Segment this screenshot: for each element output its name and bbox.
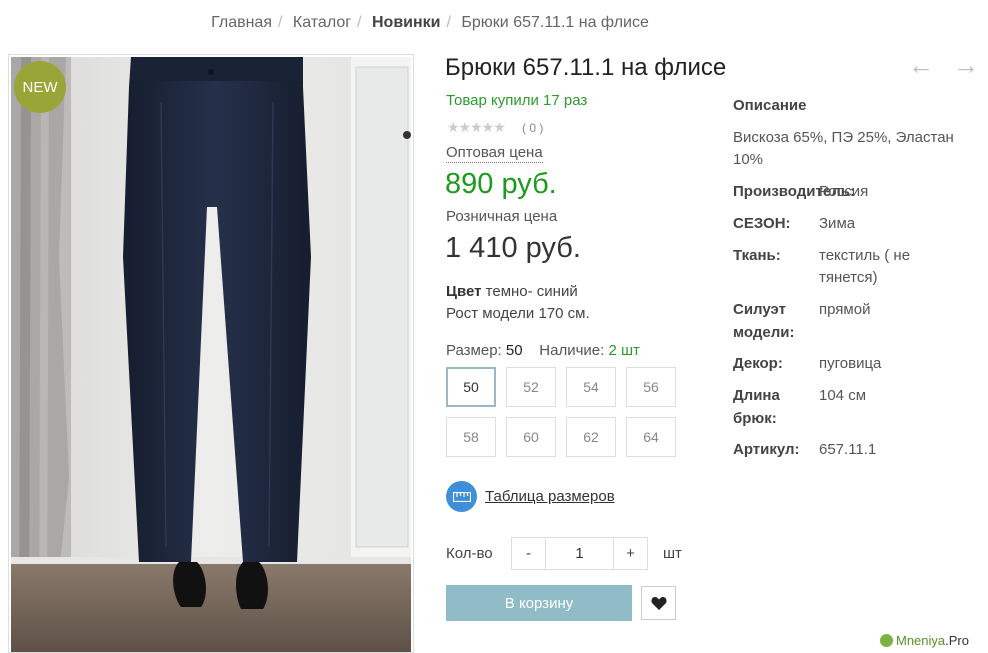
bought-count: Товар купили 17 раз [446, 92, 588, 109]
spec-key: Длина брюк: [733, 387, 780, 427]
size-option[interactable]: 56 [626, 367, 676, 407]
spec-value: Зима [819, 215, 856, 232]
breadcrumb-catalog[interactable]: Каталог [293, 14, 351, 31]
size-option[interactable]: 60 [506, 417, 556, 457]
heart-icon [650, 596, 667, 610]
prev-product-arrow-icon[interactable]: ← [908, 50, 934, 81]
watermark-name: Mneniya [896, 633, 946, 648]
spec-key: Декор: [733, 355, 783, 372]
quantity-input[interactable] [546, 538, 613, 569]
spec-value: 104 см [819, 387, 867, 404]
new-badge: NEW [14, 61, 66, 113]
wholesale-price: 890 руб. [445, 168, 557, 200]
spec-key: Силуэт модели: [733, 301, 795, 341]
model-height: Рост модели 170 см. [446, 305, 590, 322]
product-photo-frame[interactable]: NEW [8, 54, 414, 653]
size-option[interactable]: 54 [566, 367, 616, 407]
favorite-button[interactable] [641, 586, 676, 620]
size-option[interactable]: 52 [506, 367, 556, 407]
watermark-logo: Mneniya .Pro [880, 633, 969, 648]
rating-count: ( 0 ) [522, 121, 544, 135]
breadcrumb-section[interactable]: Новинки [372, 14, 441, 31]
quantity-unit: шт [663, 545, 682, 562]
breadcrumb: Главная / Каталог / Новинки / Брюки 657.11.… [0, 14, 860, 32]
size-stock-line: Размер: 50 Наличие: 2 шт [446, 342, 640, 359]
spec-value: текстиль ( не тянется) [819, 247, 911, 286]
retail-price: 1 410 руб. [445, 232, 581, 264]
spec-key: СЕЗОН: [733, 215, 791, 232]
size-option[interactable]: 58 [446, 417, 496, 457]
spec-value: 657.11.1 [819, 441, 877, 458]
description-title: Описание [733, 97, 807, 114]
size-table-link[interactable]: Таблица размеров [446, 481, 615, 512]
size-table-label[interactable]: Таблица размеров [485, 488, 615, 505]
size-option[interactable]: 64 [626, 417, 676, 457]
quantity-label: Кол-во [446, 545, 493, 562]
retail-price-label: Розничная цена [446, 208, 558, 225]
product-title: Брюки 657.11.1 на флисе [445, 54, 727, 81]
color-value: темно- синий [485, 283, 578, 300]
quantity-stepper: - + [511, 537, 648, 570]
spec-key: Производитель: [733, 183, 855, 200]
color-label: Цвет [446, 283, 482, 300]
breadcrumb-separator: / [278, 14, 283, 31]
watermark-icon [880, 634, 893, 647]
description-text: Вискоза 65%, ПЭ 25%, Эластан 10% [733, 129, 954, 168]
rating-stars[interactable]: ★★★★★ [447, 119, 506, 136]
spec-key: Артикул: [733, 441, 800, 458]
breadcrumb-current: Брюки 657.11.1 на флисе [461, 14, 649, 31]
quantity-increase-button[interactable]: + [613, 538, 647, 569]
spec-value: пуговица [819, 355, 882, 372]
add-to-cart-button[interactable]: В корзину [446, 585, 632, 621]
size-label: Размер: [446, 342, 502, 359]
wholesale-price-label[interactable]: Оптовая цена [446, 144, 543, 163]
stock-value: 2 шт [608, 342, 640, 359]
size-option[interactable]: 62 [566, 417, 616, 457]
breadcrumb-separator: / [357, 14, 362, 31]
ruler-icon [446, 481, 477, 512]
spec-value: Россия [819, 183, 869, 200]
spec-value: прямой [819, 301, 871, 318]
color-info: Цвет темно- синий [446, 283, 578, 300]
breadcrumb-home[interactable]: Главная [211, 14, 272, 31]
spec-key: Ткань: [733, 247, 781, 264]
next-product-arrow-icon[interactable]: → [953, 50, 979, 81]
quantity-decrease-button[interactable]: - [512, 538, 546, 569]
watermark-suffix: .Pro [945, 633, 969, 648]
stock-label: Наличие: [539, 342, 605, 359]
size-value: 50 [505, 342, 523, 359]
product-photo[interactable] [11, 57, 411, 653]
breadcrumb-separator: / [446, 14, 451, 31]
size-option[interactable]: 50 [446, 367, 496, 407]
